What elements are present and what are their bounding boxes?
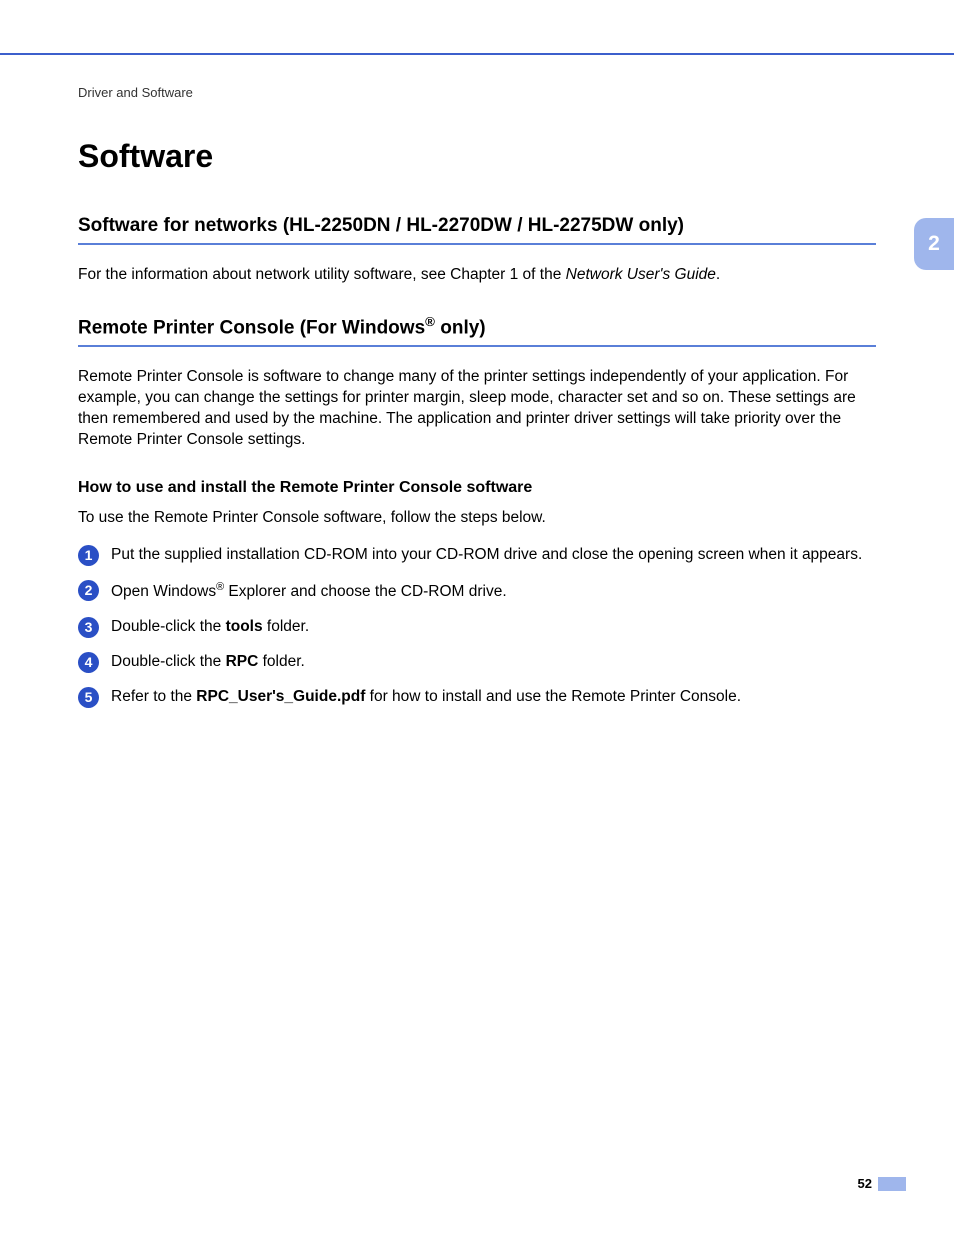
- sub-heading-howto: How to use and install the Remote Printe…: [78, 479, 876, 497]
- step-number-icon: 4: [78, 652, 99, 673]
- page-number: 52: [858, 1176, 872, 1191]
- section2-paragraph: Remote Printer Console is software to ch…: [78, 367, 876, 451]
- step4-post: folder.: [258, 653, 305, 670]
- step-text: Refer to the RPC_User's_Guide.pdf for ho…: [111, 687, 876, 708]
- intro-line: To use the Remote Printer Console softwa…: [78, 509, 876, 527]
- step5-post: for how to install and use the Remote Pr…: [365, 688, 741, 705]
- step-number-icon: 3: [78, 617, 99, 638]
- step-text: Open Windows® Explorer and choose the CD…: [111, 580, 876, 603]
- section2-heading-pre: Remote Printer Console (For Windows: [78, 317, 425, 338]
- step-text: Double-click the RPC folder.: [111, 652, 876, 673]
- step-text: Put the supplied installation CD-ROM int…: [111, 545, 876, 566]
- list-item: 3 Double-click the tools folder.: [78, 617, 876, 638]
- list-item: 2 Open Windows® Explorer and choose the …: [78, 580, 876, 603]
- list-item: 1 Put the supplied installation CD-ROM i…: [78, 545, 876, 566]
- step2-pre: Open Windows: [111, 583, 216, 600]
- step5-bold: RPC_User's_Guide.pdf: [196, 688, 365, 705]
- step3-post: folder.: [263, 618, 310, 635]
- chapter-tab: 2: [914, 218, 954, 270]
- footer: 52: [858, 1176, 906, 1191]
- top-bar: [0, 0, 954, 55]
- step2-post: Explorer and choose the CD-ROM drive.: [224, 583, 507, 600]
- step-number-icon: 1: [78, 545, 99, 566]
- step-number-icon: 5: [78, 687, 99, 708]
- step-text: Double-click the tools folder.: [111, 617, 876, 638]
- step4-pre: Double-click the: [111, 653, 226, 670]
- page-content: Driver and Software Software Software fo…: [0, 55, 954, 708]
- section2-heading-post: only): [435, 317, 486, 338]
- registered-icon: ®: [425, 314, 435, 329]
- step-list: 1 Put the supplied installation CD-ROM i…: [78, 545, 876, 708]
- step5-pre: Refer to the: [111, 688, 196, 705]
- registered-icon: ®: [216, 581, 224, 593]
- list-item: 4 Double-click the RPC folder.: [78, 652, 876, 673]
- section-heading-networks: Software for networks (HL-2250DN / HL-22…: [78, 215, 876, 245]
- footer-block-icon: [878, 1177, 906, 1191]
- step-number-icon: 2: [78, 580, 99, 601]
- list-item: 5 Refer to the RPC_User's_Guide.pdf for …: [78, 687, 876, 708]
- section1-paragraph: For the information about network utilit…: [78, 265, 876, 286]
- step3-pre: Double-click the: [111, 618, 226, 635]
- step3-bold: tools: [226, 618, 263, 635]
- page-title: Software: [78, 138, 876, 175]
- step4-bold: RPC: [226, 653, 259, 670]
- section1-para-post: .: [716, 266, 720, 283]
- section1-para-pre: For the information about network utilit…: [78, 266, 566, 283]
- section1-para-italic: Network User's Guide: [566, 266, 716, 283]
- breadcrumb: Driver and Software: [78, 85, 876, 100]
- section-heading-remote-printer: Remote Printer Console (For Windows® onl…: [78, 314, 876, 347]
- chapter-tab-number: 2: [928, 232, 940, 256]
